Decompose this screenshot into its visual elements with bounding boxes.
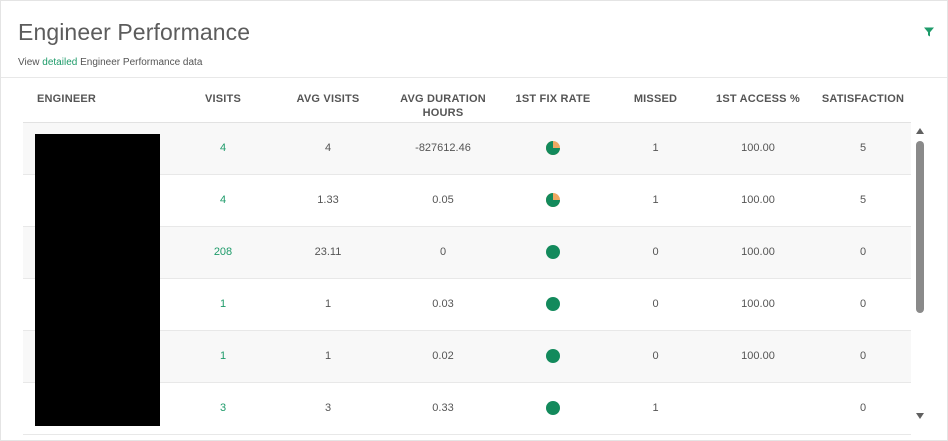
access-cell: 100.00 xyxy=(741,298,775,310)
fix-rate-cell xyxy=(498,227,608,278)
avg-duration-cell: 0.03 xyxy=(432,298,454,310)
avg-visits-cell: 1 xyxy=(324,298,332,310)
scroll-down-arrow-icon[interactable] xyxy=(916,413,924,419)
satisfaction-cell: 0 xyxy=(859,246,867,258)
avg-visits-cell: 3 xyxy=(324,402,332,414)
avg-visits-cell: 23.11 xyxy=(314,246,342,258)
visits-cell[interactable]: 1 xyxy=(163,279,283,330)
col-header-fix-rate[interactable]: 1ST FIX RATE xyxy=(498,92,608,106)
satisfaction-cell: 0 xyxy=(859,298,867,310)
widget-title: Engineer Performance xyxy=(18,19,251,45)
avg-duration-cell: -827612.46 xyxy=(415,142,471,154)
missed-cell: 0 xyxy=(652,350,659,362)
fix-rate-pie-icon xyxy=(546,297,560,312)
visits-cell[interactable]: 1 xyxy=(163,331,283,382)
pie-slice-fixed xyxy=(546,349,560,364)
avg-duration-cell: 0.02 xyxy=(432,350,454,362)
fix-rate-cell xyxy=(498,123,608,174)
table-scrollbar[interactable] xyxy=(914,126,928,426)
col-header-engineer[interactable]: ENGINEER xyxy=(37,92,177,106)
satisfaction-cell: 5 xyxy=(859,194,867,206)
fix-rate-pie-icon xyxy=(546,141,560,156)
engineer-performance-panel: Engineer Performance View detailed Engin… xyxy=(0,0,948,441)
access-cell xyxy=(703,383,813,434)
visits-cell[interactable]: 208 xyxy=(163,227,283,278)
fix-rate-cell xyxy=(498,383,608,434)
subtitle-suffix: Engineer Performance data xyxy=(77,57,203,68)
col-header-avg-visits[interactable]: AVG VISITS xyxy=(283,92,373,106)
performance-table: ENGINEER VISITS AVG VISITS AVG DURATION … xyxy=(23,78,911,435)
pie-slice-fixed xyxy=(546,297,560,312)
col-header-access[interactable]: 1ST ACCESS % xyxy=(703,92,813,106)
avg-visits-cell: 1 xyxy=(324,350,332,362)
missed-cell: 0 xyxy=(652,298,659,310)
avg-duration-cell: 0.33 xyxy=(432,402,454,414)
access-cell: 100.00 xyxy=(741,142,775,154)
missed-cell: 0 xyxy=(652,246,659,258)
subtitle-prefix: View xyxy=(18,57,43,68)
missed-cell: 1 xyxy=(652,142,659,154)
scroll-up-arrow-icon[interactable] xyxy=(916,128,924,134)
col-header-avg-duration[interactable]: AVG DURATION HOURS xyxy=(388,92,498,120)
missed-cell: 1 xyxy=(652,402,659,414)
pie-slice-fixed xyxy=(546,401,560,416)
fix-rate-cell xyxy=(498,175,608,226)
satisfaction-cell: 0 xyxy=(859,350,867,362)
avg-duration-cell: 0.05 xyxy=(432,194,454,206)
visits-cell[interactable]: 4 xyxy=(163,175,283,226)
fix-rate-pie-icon xyxy=(546,245,560,260)
table-header: ENGINEER VISITS AVG VISITS AVG DURATION … xyxy=(23,78,911,123)
missed-cell: 1 xyxy=(652,194,659,206)
access-cell: 100.00 xyxy=(741,246,775,258)
pie-slice-fixed xyxy=(546,245,560,260)
fix-rate-pie-icon xyxy=(546,401,560,416)
satisfaction-cell: 0 xyxy=(859,402,867,414)
col-header-satisfaction[interactable]: SATISFACTION xyxy=(813,92,913,106)
access-cell: 100.00 xyxy=(741,350,775,362)
filter-icon[interactable] xyxy=(923,26,935,38)
col-header-visits[interactable]: VISITS xyxy=(163,92,283,106)
fix-rate-pie-icon xyxy=(546,349,560,364)
fix-rate-cell xyxy=(498,279,608,330)
scrollbar-thumb[interactable] xyxy=(916,141,924,313)
redacted-engineer-names xyxy=(35,134,160,426)
widget-subtitle: View detailed Engineer Performance data xyxy=(18,57,202,68)
visits-cell[interactable]: 4 xyxy=(163,123,283,174)
col-header-missed[interactable]: MISSED xyxy=(608,92,703,106)
avg-visits-cell: 1.33 xyxy=(317,194,339,206)
fix-rate-cell xyxy=(498,331,608,382)
access-cell: 100.00 xyxy=(741,194,775,206)
satisfaction-cell: 5 xyxy=(859,142,867,154)
avg-visits-cell: 4 xyxy=(324,142,332,154)
visits-cell[interactable]: 3 xyxy=(163,383,283,434)
avg-duration-cell: 0 xyxy=(439,246,447,258)
detailed-link[interactable]: detailed xyxy=(42,57,77,68)
fix-rate-pie-icon xyxy=(546,193,560,208)
